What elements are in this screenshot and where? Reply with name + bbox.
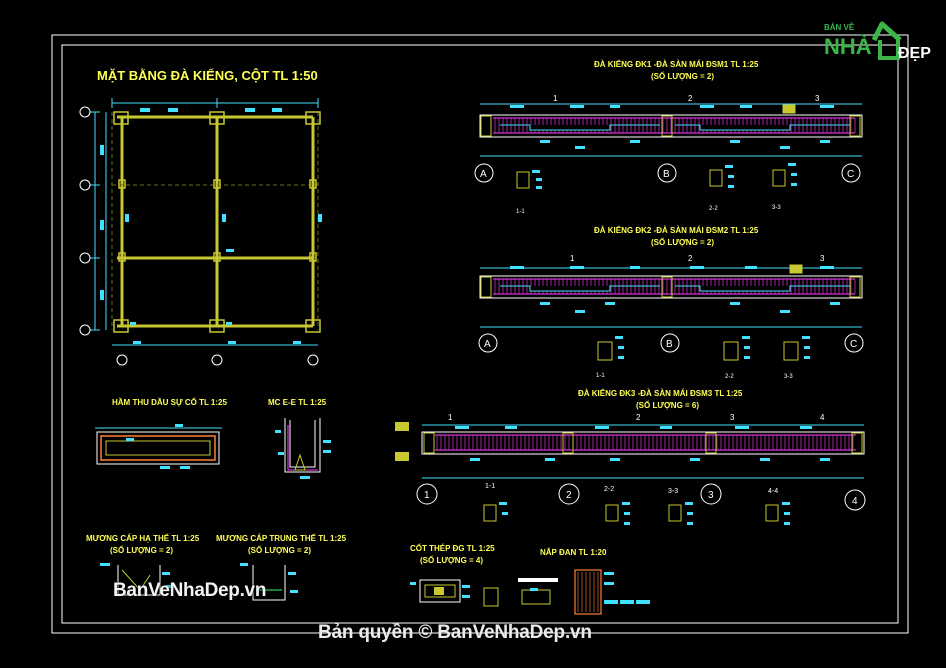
- dk2-cut-2: 2: [688, 254, 693, 263]
- dk3-cut-3: 3: [730, 413, 735, 422]
- oil-pit-detail: HẦM THU DẦU SỰ CỐ TL 1:25: [95, 397, 227, 469]
- beam-dk1-elevation: ĐÀ KIỂNG ĐK1 -ĐÀ SÀN MÁI ĐSM1 TL 1:25 (S…: [474, 60, 863, 215]
- low-trench-title: MƯƠNG CÁP HẠ THẾ TL 1:25: [86, 533, 200, 543]
- dk1-axis-b: B: [663, 169, 670, 180]
- cad-drawing-canvas: MẶT BẰNG ĐÀ KIỂNG, CỘT TL 1:50 ĐÀ KIỂNG …: [51, 34, 909, 634]
- dk3-cut-1: 1: [448, 413, 453, 422]
- rebar-qty: (SỐ LƯỢNG = 4): [420, 555, 483, 565]
- svg-text:BẢN VẼ: BẢN VẼ: [824, 23, 855, 32]
- dk2-section-2: 2-2: [725, 374, 734, 380]
- dk2-qty: (SỐ LƯỢNG = 2): [651, 237, 714, 247]
- section-e-e-detail: MC E-E TL 1:25: [268, 398, 331, 479]
- house-logo-icon: BẢN VẼ NHÀ ĐẸP: [824, 21, 931, 62]
- dk3-axis-3: 3: [708, 490, 714, 501]
- dk2-axis-b: B: [666, 339, 673, 350]
- dk1-section-3: 3-3: [772, 205, 781, 211]
- dk1-axis-a: A: [480, 169, 487, 180]
- dk1-qty: (SỐ LƯỢNG = 2): [651, 71, 714, 81]
- dk2-cut-3: 3: [820, 254, 825, 263]
- dk1-axis-c: C: [847, 169, 854, 180]
- dk2-title: ĐÀ KIỂNG ĐK2 -ĐÀ SÀN MÁI ĐSM2 TL 1:25: [594, 226, 759, 235]
- beam-dk3-elevation: ĐÀ KIỂNG ĐK3 -ĐÀ SÀN MÁI ĐSM3 TL 1:25 (S…: [395, 389, 866, 525]
- dk3-qty: (SỐ LƯỢNG = 6): [636, 400, 699, 410]
- svg-text:ĐẸP: ĐẸP: [898, 45, 931, 62]
- dk3-axis-4: 4: [852, 496, 858, 507]
- plan-title: MẶT BẰNG ĐÀ KIỂNG, CỘT TL 1:50: [97, 68, 318, 83]
- cover-slab-title: NẮP ĐAN TL 1:20: [540, 548, 607, 557]
- dk2-axis-a: A: [484, 339, 491, 350]
- low-trench-qty: (SỐ LƯỢNG = 2): [110, 545, 173, 555]
- dk2-section-3: 3-3: [784, 374, 793, 380]
- dk3-section-4: 4-4: [768, 488, 778, 495]
- watermark-corner: BanVeNhaDep.vn: [113, 580, 267, 601]
- svg-text:NHÀ: NHÀ: [824, 34, 872, 59]
- dk1-cut-1: 1: [553, 94, 558, 103]
- dk2-section-1: 1-1: [596, 373, 605, 379]
- beam-dk2-elevation: ĐÀ KIỂNG ĐK2 -ĐÀ SÀN MÁI ĐSM2 TL 1:25 (S…: [478, 226, 864, 380]
- dk3-axis-2: 2: [566, 490, 572, 501]
- mid-trench-title: MƯƠNG CÁP TRUNG THẾ TL 1:25: [216, 533, 347, 543]
- dk2-cut-1: 1: [570, 254, 575, 263]
- dk3-cut-4: 4: [820, 413, 825, 422]
- dk1-section-1: 1-1: [516, 209, 525, 215]
- dk1-cut-3: 3: [815, 94, 820, 103]
- dk3-title: ĐÀ KIỂNG ĐK3 -ĐÀ SÀN MÁI ĐSM3 TL 1:25: [578, 389, 743, 398]
- dk3-section-3: 3-3: [668, 488, 678, 495]
- dk3-section-2: 2-2: [604, 486, 614, 493]
- dk1-cut-2: 2: [688, 94, 693, 103]
- mid-trench-qty: (SỐ LƯỢNG = 2): [248, 545, 311, 555]
- dk1-title: ĐÀ KIỂNG ĐK1 -ĐÀ SÀN MÁI ĐSM1 TL 1:25: [594, 60, 759, 69]
- dk1-section-2: 2-2: [709, 206, 718, 212]
- banvenhadep-logo: BẢN VẼ NHÀ ĐẸP: [822, 12, 940, 68]
- dk2-axis-c: C: [850, 339, 857, 350]
- dk3-axis-1: 1: [424, 490, 430, 501]
- cover-slab-detail: NẮP ĐAN TL 1:20: [518, 548, 650, 615]
- rebar-detail: CỐT THÉP ĐG TL 1:25 (SỐ LƯỢNG = 4): [410, 543, 499, 607]
- dk3-cut-2: 2: [636, 413, 641, 422]
- section-e-title: MC E-E TL 1:25: [268, 398, 327, 407]
- oil-pit-title: HẦM THU DẦU SỰ CỐ TL 1:25: [112, 397, 227, 407]
- foundation-beam-plan: MẶT BẰNG ĐÀ KIỂNG, CỘT TL 1:50: [79, 68, 322, 366]
- dk3-section-1: 1-1: [485, 483, 495, 490]
- watermark-copyright: Bản quyền © BanVeNhaDep.vn: [318, 622, 592, 643]
- rebar-title: CỐT THÉP ĐG TL 1:25: [410, 543, 495, 553]
